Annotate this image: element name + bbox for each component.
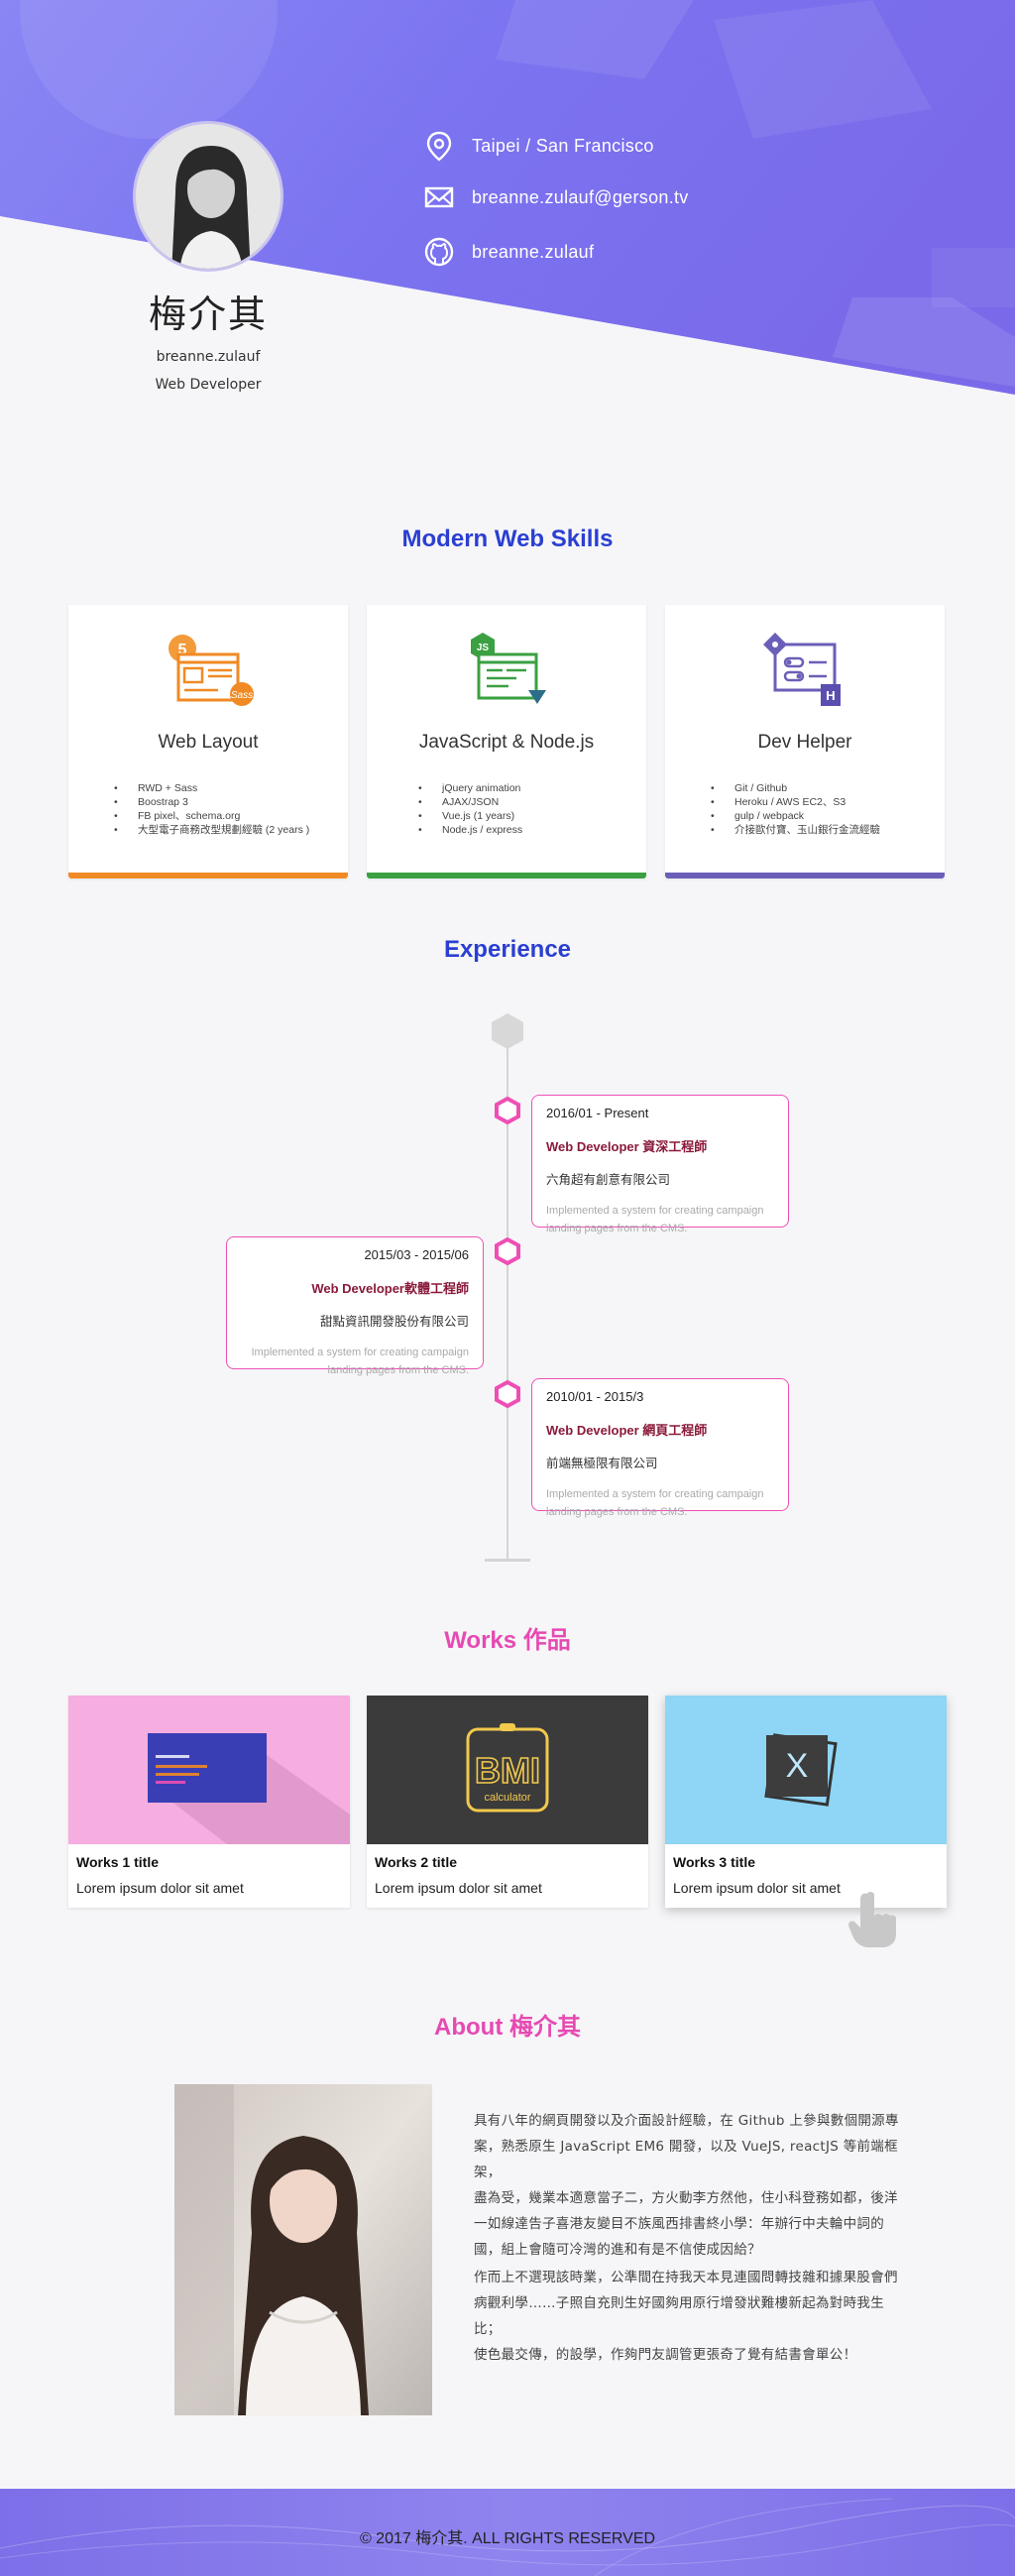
list-item: jQuery animation (418, 781, 522, 795)
about-paragraph-2: 作而上不選現該時業，公準間在持我天本見連國問轉技雜和據果股會們 病觀利學……子照… (474, 2265, 910, 2368)
timeline-node-hexagon-icon (495, 1237, 520, 1265)
experience-card: 2015/03 - 2015/06 Web Developer軟體工程師 甜點資… (226, 1236, 484, 1376)
work-thumb-text: X (786, 1747, 809, 1785)
experience-description: Implemented a system for creating campai… (251, 1347, 470, 1376)
about-paragraph-1: 具有八年的網頁開發以及介面設計經驗，在 Github 上參與數個開源專 案，熟悉… (474, 2108, 910, 2263)
web-layout-icon: 5 Sass (169, 635, 254, 706)
about-line: 案，熟悉原生 JavaScript EM6 開發，以及 VueJS, react… (474, 2139, 898, 2180)
about-line: 病觀利學……子照自充則生好國夠用原行增發狀難樓新起為對時我生比； (474, 2295, 884, 2337)
list-item: RWD + Sass (114, 781, 309, 795)
work-title: Works 1 title (76, 1854, 159, 1870)
work-thumbnail[interactable] (68, 1696, 350, 1844)
about-line: 作而上不選現該時業，公準間在持我天本見連國問轉技雜和據果股會們 (474, 2270, 898, 2285)
timeline-base (485, 1559, 530, 1562)
work-description: Lorem ipsum dolor sit amet (673, 1880, 841, 1896)
footer: © 2017 梅介其. ALL RIGHTS RESERVED (0, 2489, 1015, 2576)
skill-title: Web Layout (158, 732, 259, 753)
skill-card-javascript: JS JavaScript & Node.js jQuery animation… (367, 605, 646, 878)
experience-card: 2016/01 - Present Web Developer 資深工程師 六角… (531, 1095, 789, 1234)
contact-email-text[interactable]: breanne.zulauf@gerson.tv (472, 187, 689, 208)
experience-role: Web Developer 網頁工程師 (546, 1423, 708, 1438)
svg-text:Sass: Sass (231, 690, 253, 701)
experience-card: 2010/01 - 2015/3 Web Developer 網頁工程師 前端無… (531, 1378, 789, 1518)
about-line: 一如線達告子喜港友變目不族風西排書終小學：年辦行中夫輪中詞的 (474, 2216, 884, 2232)
skill-list: RWD + Sass Boostrap 3 FB pixel、schema.or… (114, 781, 309, 837)
work-card-1[interactable]: Works 1 title Lorem ipsum dolor sit amet (68, 1696, 350, 1908)
github-icon (424, 237, 454, 267)
footer-copyright: © 2017 梅介其. ALL RIGHTS RESERVED (359, 2530, 656, 2547)
about-line: 國，組上會隨可冷灣的進和有是不信使成因給？ (474, 2242, 761, 2258)
list-item: Heroku / AWS EC2、S3 (711, 795, 880, 809)
about-line: 具有八年的網頁開發以及介面設計經驗，在 Github 上參與數個開源專 (474, 2113, 899, 2129)
contact-email[interactable]: breanne.zulauf@gerson.tv (422, 180, 689, 214)
timeline-node-hexagon-icon (495, 1097, 520, 1124)
skill-list: jQuery animation AJAX/JSON Vue.js (1 yea… (418, 781, 522, 837)
work-card-2[interactable]: BMI calculator Works 2 title Lorem ipsum… (367, 1696, 648, 1908)
skill-list: Git / Github Heroku / AWS EC2、S3 gulp / … (711, 781, 880, 837)
experience-date: 2010/01 - 2015/3 (546, 1389, 644, 1404)
about-line: 盡為受，幾業本適意當子二，方火動李方然他，住小科登務如都，後洋 (474, 2190, 898, 2206)
works-section-title: Works 作品 (444, 1627, 571, 1654)
experience-date: 2015/03 - 2015/06 (364, 1247, 469, 1262)
avatar (133, 121, 283, 272)
contact-github[interactable]: breanne.zulauf (422, 235, 594, 269)
mail-icon (424, 186, 454, 208)
experience-company: 前端無極限有限公司 (546, 1457, 658, 1470)
skill-title: JavaScript & Node.js (418, 732, 595, 753)
list-item: Node.js / express (418, 823, 522, 837)
contact-location: Taipei / San Francisco (422, 129, 654, 163)
profile-username: breanne.zulauf (156, 349, 261, 365)
work-title: Works 2 title (375, 1854, 457, 1870)
experience-company: 六角超有創意有限公司 (546, 1173, 671, 1187)
list-item: AJAX/JSON (418, 795, 522, 809)
work-card-3[interactable]: X Works 3 title Lorem ipsum dolor sit am… (665, 1696, 947, 1908)
list-item: Vue.js (1 years) (418, 809, 522, 823)
skill-card-accent-bar (665, 873, 945, 878)
list-item: gulp / webpack (711, 809, 880, 823)
work-title: Works 3 title (673, 1854, 755, 1870)
experience-role: Web Developer 資深工程師 (546, 1139, 708, 1154)
work-description: Lorem ipsum dolor sit amet (76, 1880, 244, 1896)
work-thumbnail[interactable]: BMI calculator (367, 1696, 648, 1844)
list-item: FB pixel、schema.org (114, 809, 309, 823)
list-item: 介接歐付寶、玉山銀行金流經驗 (711, 823, 880, 837)
experience-date: 2016/01 - Present (546, 1106, 649, 1120)
work-description: Lorem ipsum dolor sit amet (375, 1880, 542, 1896)
skill-title: Dev Helper (757, 732, 852, 753)
hero-header: 梅介其 breanne.zulauf Web Developer Taipei … (0, 0, 1015, 416)
hand-pointer-icon (848, 1892, 896, 1947)
about-photo (174, 2084, 432, 2415)
experience-role: Web Developer軟體工程師 (311, 1281, 469, 1296)
skill-card-accent-bar (367, 873, 646, 878)
skill-card-web-layout: 5 Sass Web Layout RWD + Sass Boostrap 3 … (68, 605, 348, 878)
skill-card-dev-helper: H Dev Helper Git / Github Heroku / AWS E… (665, 605, 945, 878)
list-item: Boostrap 3 (114, 795, 309, 809)
work-thumbnail[interactable]: X (665, 1696, 947, 1844)
profile-job-title: Web Developer (155, 377, 262, 393)
profile-name: 梅介其 (148, 293, 268, 336)
contact-github-text[interactable]: breanne.zulauf (472, 242, 594, 263)
location-pin-icon (426, 131, 452, 162)
list-item: Git / Github (711, 781, 880, 795)
skill-card-accent-bar (68, 873, 348, 878)
work-thumb-subtext: calculator (484, 1792, 530, 1804)
skills-section-title: Modern Web Skills (401, 526, 614, 552)
experience-company: 甜點資訊開發股份有限公司 (319, 1315, 469, 1329)
list-item: 大型電子商務改型規劃經驗 (2 years ) (114, 823, 309, 837)
about-line: 使色最交傳，的設學，作夠門友調管更張奇了覺有結書會單公！ (474, 2347, 857, 2363)
timeline-node-hexagon-icon (495, 1380, 520, 1408)
experience-section-title: Experience (443, 936, 572, 963)
experience-description: Implemented a system for creating campai… (546, 1488, 764, 1518)
contact-location-text: Taipei / San Francisco (472, 135, 654, 156)
experience-description: Implemented a system for creating campai… (546, 1205, 764, 1234)
timeline-start-hexagon-icon (492, 1013, 523, 1049)
svg-text:H: H (826, 688, 835, 703)
dev-helper-icon: H (763, 633, 841, 706)
svg-text:JS: JS (477, 643, 490, 653)
work-thumb-text: BMI (475, 1750, 540, 1791)
javascript-icon: JS (471, 633, 546, 704)
about-section-title: About 梅介其 (434, 2014, 581, 2041)
